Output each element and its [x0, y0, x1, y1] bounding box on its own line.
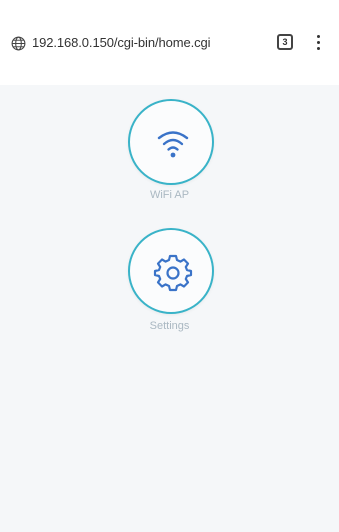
wifi-ap-button[interactable]	[128, 99, 214, 185]
wifi-ap-label[interactable]: WiFi AP	[0, 189, 339, 201]
browser-toolbar: 192.168.0.150/cgi-bin/home.cgi 3	[0, 0, 339, 85]
settings-label[interactable]: Settings	[0, 320, 339, 332]
wifi-icon	[157, 131, 189, 158]
tab-count: 3	[282, 37, 288, 47]
address-bar[interactable]: 192.168.0.150/cgi-bin/home.cgi 3	[0, 28, 339, 58]
url-text[interactable]: 192.168.0.150/cgi-bin/home.cgi	[32, 35, 211, 50]
gear-icon	[153, 254, 193, 292]
tab-switcher-button[interactable]: 3	[277, 34, 293, 50]
settings-button[interactable]	[128, 228, 214, 314]
more-vert-icon[interactable]	[314, 34, 324, 52]
globe-icon[interactable]	[11, 36, 26, 51]
